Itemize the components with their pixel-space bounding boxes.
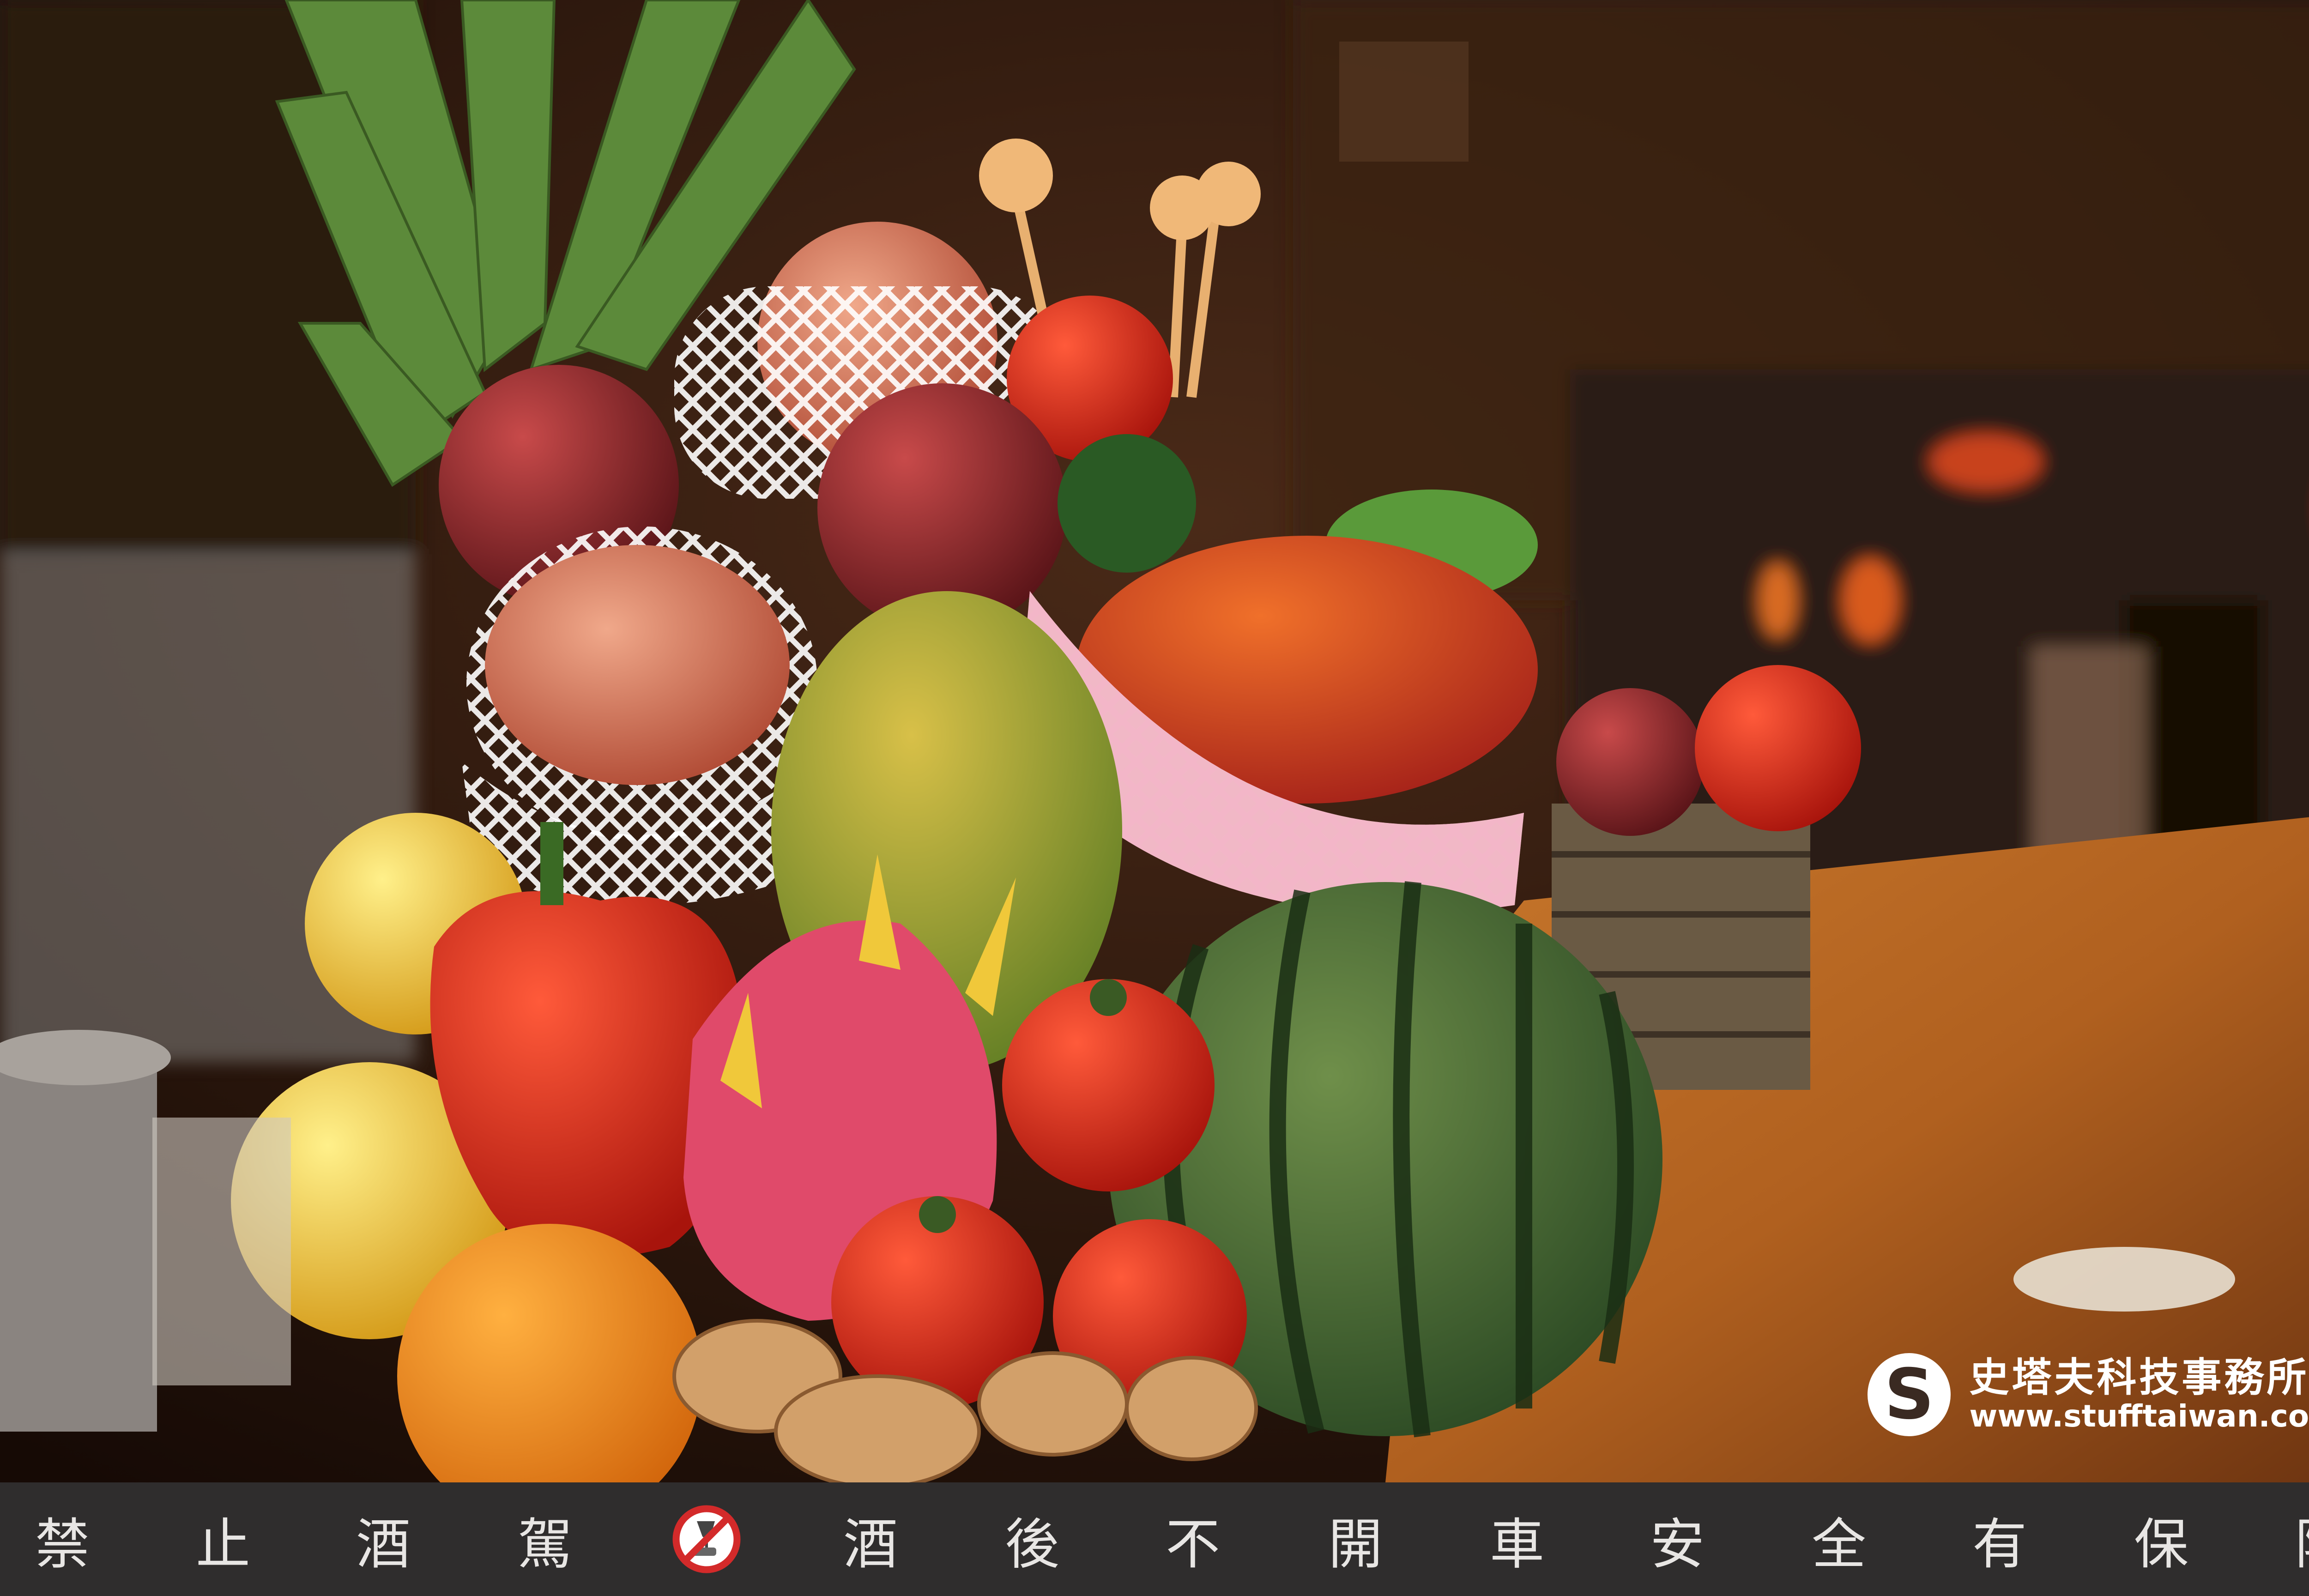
banner-char: 安 [1650, 1512, 1705, 1576]
watermark-text: 史塔夫科技事務所 www.stufftaiwan.com [1969, 1356, 2309, 1433]
no-drunk-driving-icon [672, 1505, 741, 1573]
banner-char: 障 [2286, 1482, 2309, 1596]
stuff-logo-icon: S [1868, 1353, 1951, 1436]
banner-char: 駕 [517, 1512, 572, 1576]
banner-char: 酒 [843, 1512, 898, 1576]
slogan-banner: 禁 止 酒 駕 酒 後 不 開 車 安 全 有 保 障 [0, 1482, 2309, 1596]
banner-char: 全 [1811, 1512, 1866, 1576]
fruit-display-scene [0, 0, 2309, 1482]
watermark-url: www.stufftaiwan.com [1969, 1398, 2309, 1434]
watermark-brand: 史塔夫科技事務所 [1969, 1354, 2309, 1401]
banner-char: 後 [1004, 1512, 1059, 1576]
banner-char: 開 [1328, 1512, 1383, 1576]
banner-char: 車 [1489, 1512, 1544, 1576]
banner-char: 不 [1165, 1512, 1220, 1576]
banner-char: 止 [195, 1512, 250, 1576]
banner-char: 有 [1972, 1512, 2027, 1576]
banner-char: 保 [2134, 1512, 2188, 1576]
banner-char: 酒 [356, 1512, 411, 1576]
watermark: S 史塔夫科技事務所 www.stufftaiwan.com [1868, 1344, 2309, 1445]
photo: S 史塔夫科技事務所 www.stufftaiwan.com 禁 止 酒 駕 酒… [0, 0, 2309, 1596]
banner-char: 禁 [35, 1512, 90, 1576]
logo-letter: S [1884, 1354, 1934, 1435]
